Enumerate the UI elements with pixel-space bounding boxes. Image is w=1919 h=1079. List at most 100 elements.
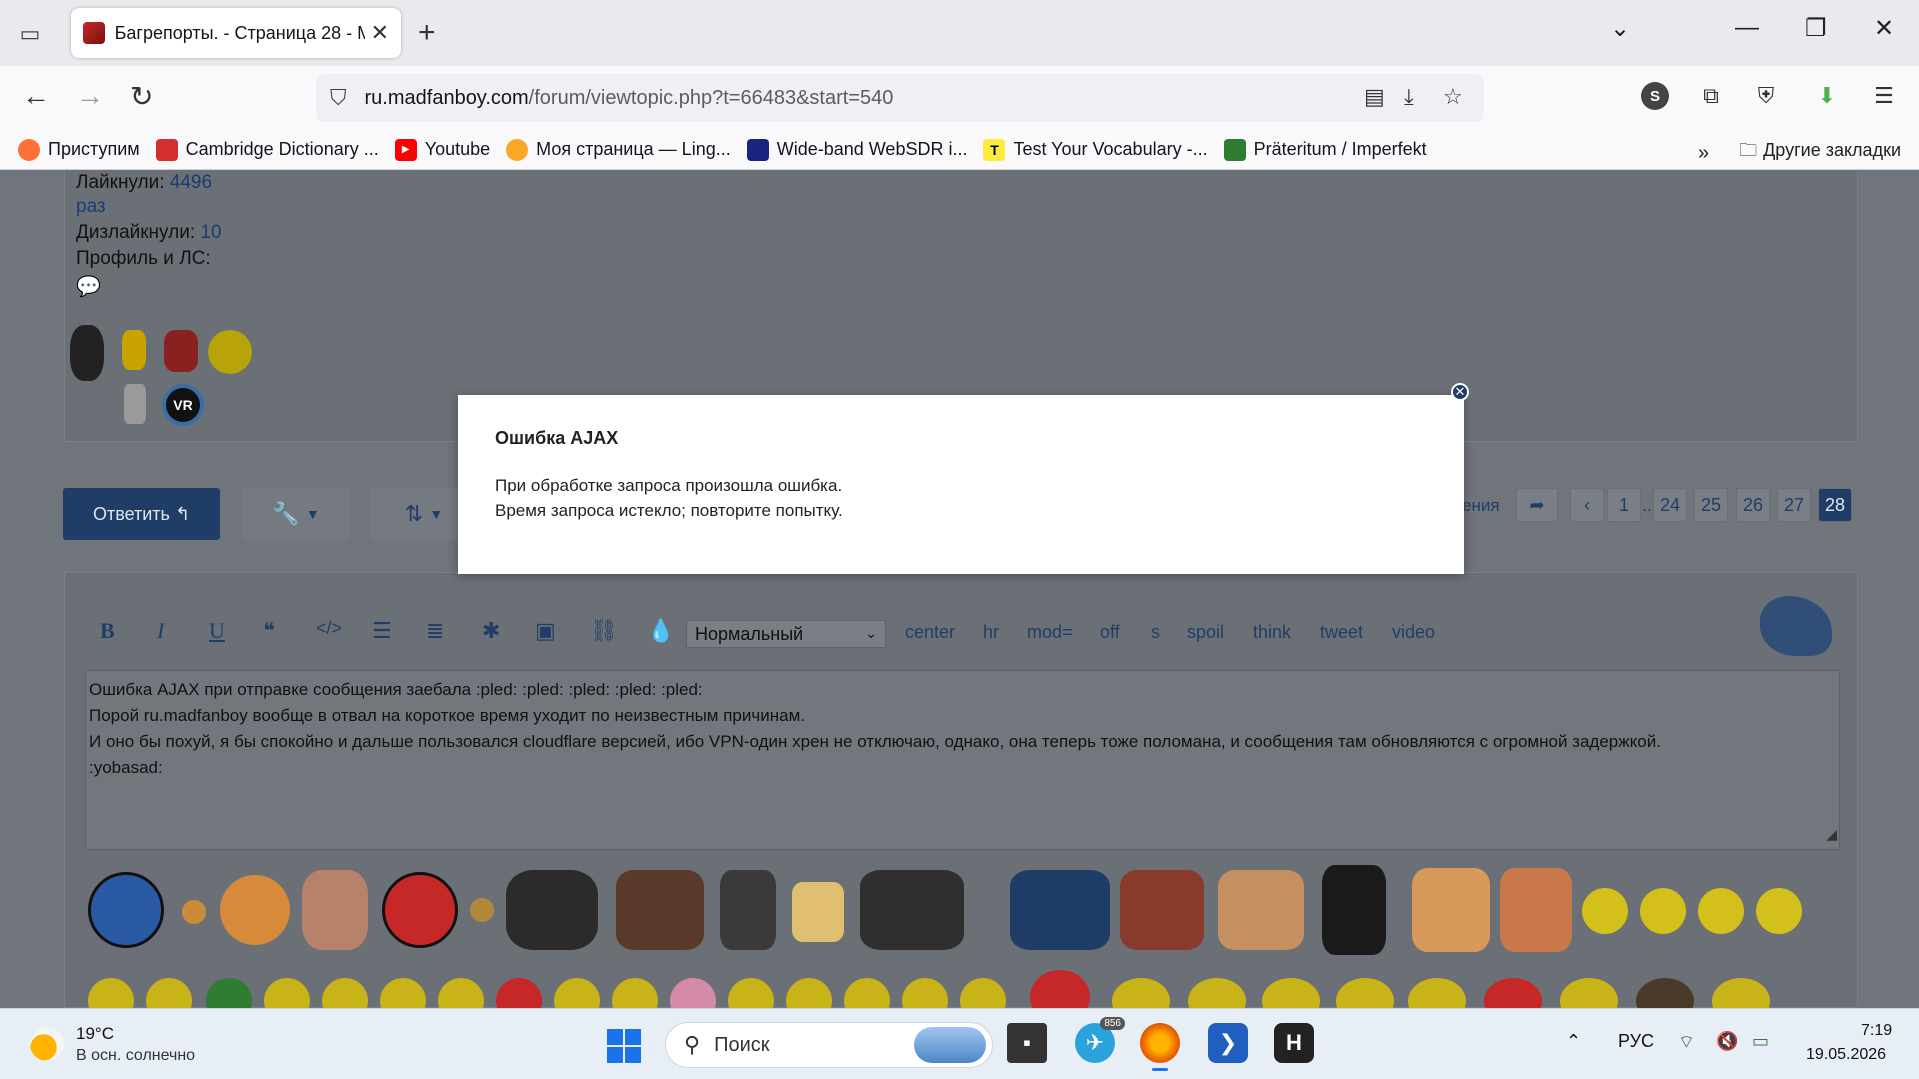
smiley-emoticon[interactable] <box>720 870 776 950</box>
other-bookmarks-folder[interactable]: 🗀 Другие закладки <box>1739 138 1901 168</box>
smiley-emoticon[interactable] <box>382 872 458 948</box>
tab-list-icon[interactable]: ▭ <box>14 18 46 50</box>
award-figure[interactable] <box>70 325 104 381</box>
wifi-icon[interactable]: ⌔ <box>1678 1031 1695 1054</box>
speech-bubble-icon[interactable]: 💬 <box>76 274 101 299</box>
goto-page-icon[interactable]: ➦ <box>1516 488 1558 522</box>
bookmark-item[interactable]: Приступим <box>18 138 140 161</box>
asterisk-icon[interactable]: ✱ <box>482 618 500 644</box>
award-figure[interactable] <box>124 384 146 424</box>
award-medal[interactable] <box>208 330 252 374</box>
smiley-emoticon[interactable] <box>792 882 844 942</box>
underline-icon[interactable]: U <box>209 618 225 644</box>
bookmark-item[interactable]: T Test Your Vocabulary -... <box>983 138 1208 161</box>
award-figure[interactable] <box>164 330 198 372</box>
back-icon[interactable]: ← <box>22 80 50 112</box>
app-h-icon[interactable]: H <box>1274 1023 1314 1063</box>
bookmark-item[interactable]: Моя страница — Ling... <box>506 138 731 161</box>
smiley-emoticon[interactable] <box>1010 870 1110 950</box>
tag-think-button[interactable]: think <box>1253 622 1291 643</box>
minimize-icon[interactable]: — <box>1735 14 1759 42</box>
link-icon[interactable]: ⛓ <box>590 618 618 644</box>
smiley-emoticon[interactable] <box>860 870 964 950</box>
save-page-icon[interactable]: ⤓ <box>1404 84 1414 110</box>
extensions-puzzle-icon[interactable]: ⧉ <box>1697 82 1725 110</box>
smiley-emoticon[interactable] <box>1120 870 1204 950</box>
vr-award-badge[interactable]: VR <box>162 384 204 426</box>
tracking-shield-icon[interactable]: ⛉ <box>330 85 347 111</box>
tab-overflow-chevron-icon[interactable]: ⌄ <box>1610 14 1630 43</box>
page-link[interactable]: 24 <box>1653 488 1688 522</box>
award-figure[interactable] <box>122 330 146 370</box>
weather-description[interactable]: В осн. солнечно <box>76 1047 195 1065</box>
taskbar-search[interactable]: ⚲ Поиск <box>665 1022 993 1068</box>
bookmark-item[interactable]: ▶ Youtube <box>394 138 490 161</box>
address-bar[interactable]: ⛉ ru.madfanboy.com/forum/viewtopic.php?t… <box>316 74 1484 122</box>
italic-icon[interactable]: I <box>157 618 164 644</box>
image-icon[interactable]: ▣ <box>535 618 556 644</box>
smiley-emoticon[interactable] <box>302 870 368 950</box>
smiley-emoticon[interactable] <box>1500 868 1572 952</box>
code-icon[interactable]: </> <box>316 618 342 639</box>
tag-center-button[interactable]: center <box>905 622 955 643</box>
ublock-shield-icon[interactable]: ⛨ <box>1752 82 1780 110</box>
page-link-active[interactable]: 28 <box>1818 488 1853 522</box>
restore-icon[interactable]: ❐ <box>1805 14 1827 43</box>
powershell-icon[interactable]: ❯ <box>1208 1023 1248 1063</box>
smiley-emoticon[interactable] <box>1412 868 1490 952</box>
font-size-select[interactable]: Нормальный ⌄ <box>686 620 886 648</box>
forward-icon[interactable]: → <box>76 80 104 112</box>
new-tab-icon[interactable]: + <box>418 16 436 50</box>
resize-grip-icon[interactable]: ◢ <box>1826 821 1837 847</box>
tag-s-button[interactable]: s <box>1151 622 1160 643</box>
prev-page-icon[interactable]: ‹ <box>1570 488 1604 522</box>
weather-temperature[interactable]: 19°C <box>76 1024 114 1044</box>
bookmark-item[interactable]: Präteritum / Imperfekt <box>1223 138 1427 161</box>
clock-time[interactable]: 7:19 <box>1861 1022 1892 1040</box>
close-window-icon[interactable]: ✕ <box>1874 14 1894 43</box>
tab-close-icon[interactable]: ✕ <box>371 20 389 46</box>
download-extension-icon[interactable]: ⬇ <box>1813 82 1841 110</box>
smiley-emoticon[interactable] <box>1582 888 1628 934</box>
telegram-icon[interactable]: ✈ 856 <box>1075 1017 1125 1063</box>
color-drop-icon[interactable]: 💧 <box>647 618 674 644</box>
menu-hamburger-icon[interactable]: ☰ <box>1870 82 1898 110</box>
task-view-icon[interactable]: ▪ <box>1007 1023 1047 1063</box>
clock-date[interactable]: 19.05.2026 <box>1806 1046 1886 1064</box>
tag-mod-button[interactable]: mod= <box>1027 622 1073 643</box>
smiley-emoticon[interactable] <box>470 898 494 922</box>
smiley-emoticon[interactable] <box>616 870 704 950</box>
smiley-emoticon[interactable] <box>506 870 598 950</box>
firefox-icon[interactable] <box>1140 1023 1180 1071</box>
url-text[interactable]: ru.madfanboy.com/forum/viewtopic.php?t=6… <box>365 87 894 110</box>
smiley-emoticon[interactable] <box>182 900 206 924</box>
tag-hr-button[interactable]: hr <box>983 622 999 643</box>
smiley-emoticon[interactable] <box>1698 888 1744 934</box>
page-link[interactable]: 25 <box>1694 488 1729 522</box>
page-link[interactable]: 26 <box>1736 488 1771 522</box>
smiley-emoticon[interactable] <box>88 872 164 948</box>
smiley-emoticon[interactable] <box>220 875 290 945</box>
bold-icon[interactable]: B <box>100 618 115 644</box>
reload-icon[interactable]: ↻ <box>130 80 153 113</box>
weather-sun-icon[interactable] <box>30 1027 64 1061</box>
bookmarks-overflow-icon[interactable]: » <box>1698 142 1709 165</box>
reader-view-icon[interactable]: ▤ <box>1364 84 1385 110</box>
tag-off-button[interactable]: off <box>1100 622 1120 643</box>
bookmark-item[interactable]: Wide-band WebSDR i... <box>746 138 967 161</box>
quote-icon[interactable]: ❝ <box>263 618 275 644</box>
tray-overflow-chevron-icon[interactable]: ⌃ <box>1566 1031 1581 1052</box>
page-link[interactable]: 27 <box>1777 488 1812 522</box>
bullet-list-icon[interactable]: ☰ <box>372 618 392 644</box>
language-indicator[interactable]: РУС <box>1618 1031 1654 1052</box>
bookmark-item[interactable]: Cambridge Dictionary ... <box>155 138 379 161</box>
reply-button[interactable]: Ответить ↰ <box>63 488 220 540</box>
smiley-emoticon[interactable] <box>1756 888 1802 934</box>
smiley-emoticon[interactable] <box>1218 870 1304 950</box>
page-link[interactable]: 1 <box>1607 488 1641 522</box>
tag-tweet-button[interactable]: tweet <box>1320 622 1363 643</box>
smiley-emoticon[interactable] <box>1322 865 1386 955</box>
tools-dropdown-button[interactable]: 🔧 ▼ <box>242 488 350 540</box>
bookmark-star-icon[interactable]: ☆ <box>1443 84 1463 110</box>
volume-muted-icon[interactable]: 🔇 <box>1716 1031 1738 1052</box>
